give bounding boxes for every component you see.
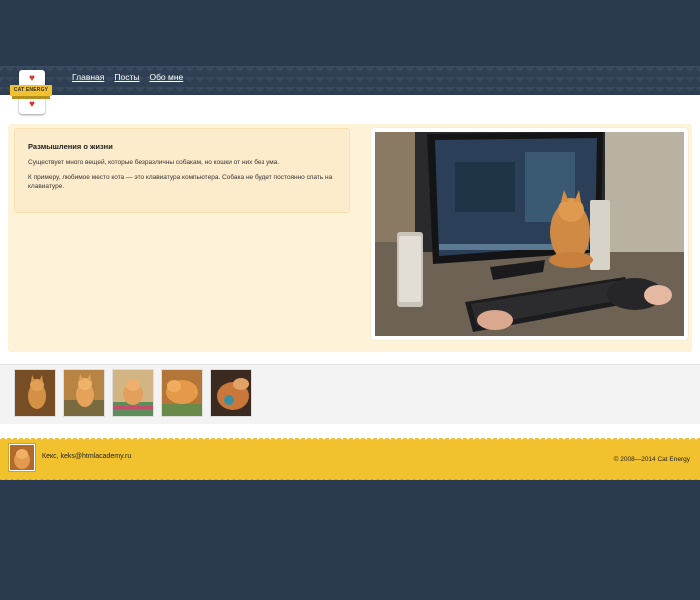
gallery-thumbnail[interactable] xyxy=(14,369,56,417)
cat-avatar-icon xyxy=(10,445,34,470)
cat-photo-thumbnail xyxy=(15,370,55,416)
logo-ribbon-shadow xyxy=(12,96,50,99)
cat-photo-thumbnail xyxy=(64,370,104,416)
post-photo xyxy=(371,128,688,340)
cat-photo-thumbnail xyxy=(162,370,202,416)
gallery-thumbnail[interactable] xyxy=(161,369,203,417)
post-card: Размышления о жизни Существует много вещ… xyxy=(14,128,350,213)
footer-zigzag-edge xyxy=(0,436,700,440)
cat-on-keyboard-photo xyxy=(375,132,684,336)
footer-copyright: © 2008—2014 Cat Energy xyxy=(613,456,690,463)
post-paragraph: К примеру, любимое место кота — это клав… xyxy=(28,174,333,190)
top-background xyxy=(0,0,700,66)
gallery-thumbnail[interactable] xyxy=(112,369,154,417)
nav-link-home[interactable]: Главная xyxy=(72,72,104,82)
cat-photo-thumbnail xyxy=(211,370,251,416)
post-title: Размышления о жизни xyxy=(28,142,113,151)
heart-icon: ♥ xyxy=(29,73,35,84)
bottom-background xyxy=(0,480,700,600)
main-nav: Главная Посты Обо мне xyxy=(72,72,183,82)
cat-photo-thumbnail xyxy=(113,370,153,416)
nav-link-about[interactable]: Обо мне xyxy=(149,72,183,82)
site-logo[interactable]: ♥ ♥ CAT ENERGY xyxy=(10,70,52,118)
nav-link-posts[interactable]: Посты xyxy=(114,72,139,82)
post-paragraph: Существует много вещей, которые безразли… xyxy=(28,159,280,166)
gallery-thumbnail[interactable] xyxy=(210,369,252,417)
gallery-strip xyxy=(0,364,700,424)
footer-contact: Кекс, keks@htmlacademy.ru xyxy=(42,453,132,460)
gallery-thumbnail[interactable] xyxy=(63,369,105,417)
heart-icon: ♥ xyxy=(29,99,35,110)
logo-text: CAT ENERGY xyxy=(10,85,52,96)
avatar xyxy=(8,443,36,472)
